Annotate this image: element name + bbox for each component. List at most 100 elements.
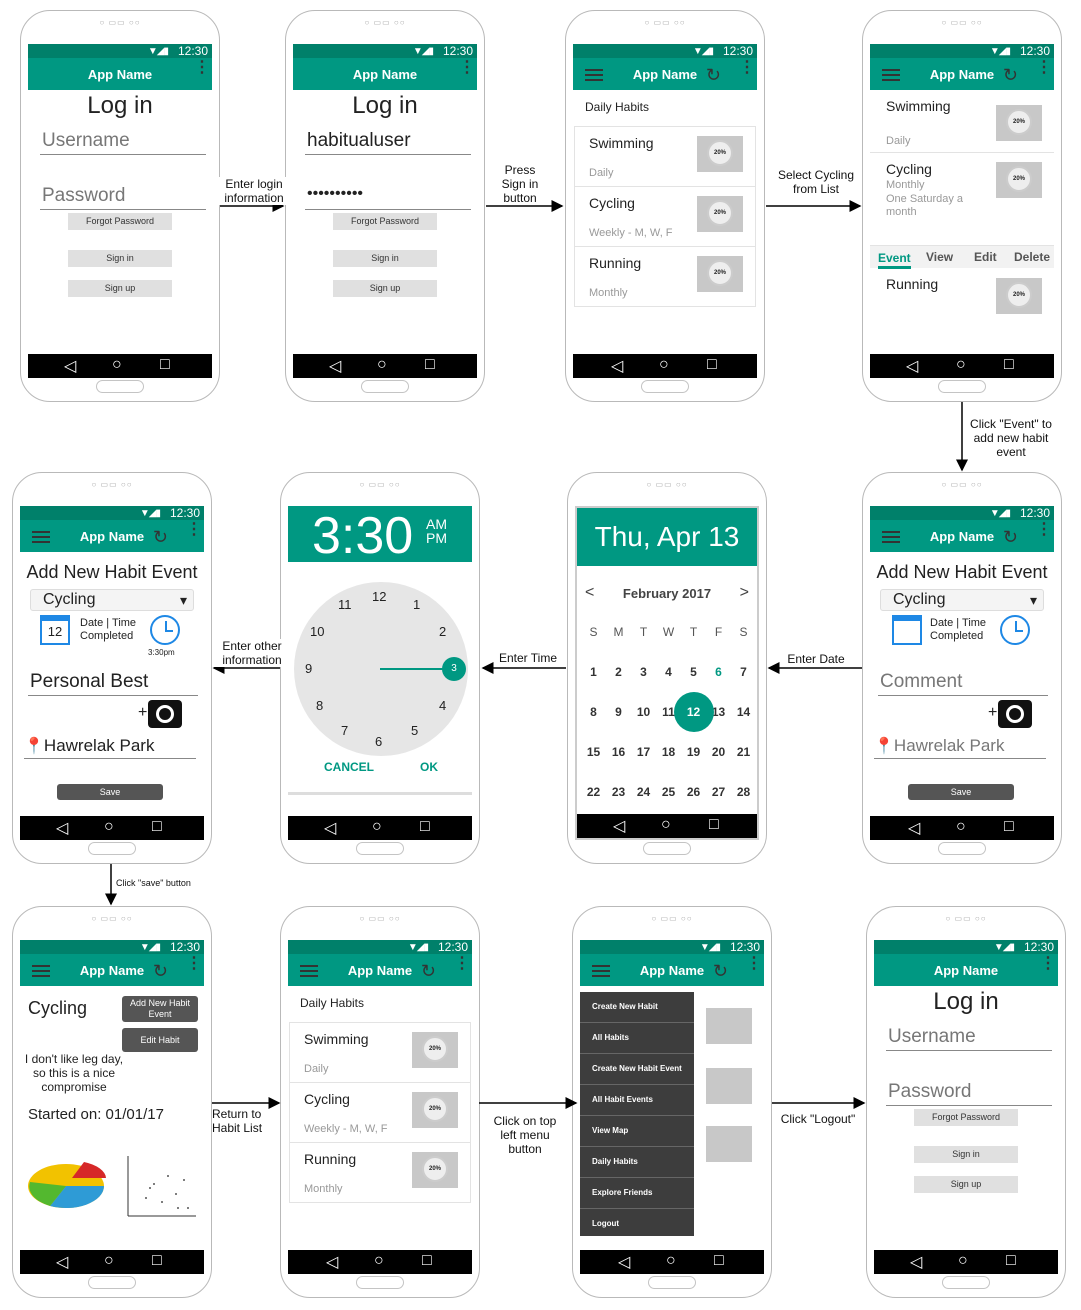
calendar-day[interactable]: 4 [656, 652, 681, 692]
password-field[interactable]: •••••••••• [305, 185, 471, 210]
overflow-icon[interactable]: ⋮ [459, 60, 475, 76]
refresh-icon[interactable]: ↻ [153, 961, 168, 982]
calendar-day[interactable]: 28 [731, 772, 756, 812]
overflow-icon[interactable]: ⋮ [1036, 522, 1052, 538]
calendar-day[interactable]: 23 [606, 772, 631, 812]
back-icon[interactable]: ◁ [56, 1252, 68, 1272]
recent-icon[interactable]: □ [425, 356, 435, 374]
calendar-day[interactable]: 14 [731, 692, 756, 732]
back-icon[interactable]: ◁ [324, 818, 336, 838]
habit-item[interactable]: Running 20% [870, 268, 1054, 327]
home-button[interactable] [643, 842, 691, 855]
calendar-day[interactable]: 10 [631, 692, 656, 732]
recent-icon[interactable]: □ [1006, 1252, 1016, 1270]
overflow-icon[interactable]: ⋮ [194, 60, 210, 76]
forgot-password-button[interactable]: Forgot Password [914, 1109, 1018, 1126]
habit-item[interactable]: Running Monthly 20% [290, 1143, 470, 1202]
back-icon[interactable]: ◁ [326, 1252, 338, 1272]
comment-field[interactable]: Personal Best [28, 671, 198, 696]
next-month-button[interactable]: > [740, 584, 749, 602]
home-icon[interactable]: ○ [104, 818, 114, 836]
comment-field[interactable]: Comment [878, 671, 1048, 696]
habit-item[interactable]: Swimming Daily 20% [575, 127, 755, 187]
back-icon[interactable]: ◁ [906, 356, 918, 376]
calendar-day[interactable]: 12 [674, 692, 714, 732]
password-field[interactable]: Password [886, 1081, 1052, 1106]
calendar-day[interactable]: 18 [656, 732, 681, 772]
event-action[interactable]: Event [878, 251, 911, 269]
delete-action[interactable]: Delete [1014, 250, 1050, 264]
home-icon[interactable]: ○ [104, 1252, 114, 1270]
pm-toggle[interactable]: PM [426, 530, 447, 546]
calendar-day[interactable]: 25 [656, 772, 681, 812]
back-icon[interactable]: ◁ [910, 1252, 922, 1272]
refresh-icon[interactable]: ↻ [1003, 527, 1018, 548]
home-button[interactable] [361, 380, 409, 393]
sign-up-button[interactable]: Sign up [333, 280, 437, 297]
add-photo-icon[interactable]: + [20, 696, 204, 734]
overflow-icon[interactable]: ⋮ [739, 60, 755, 76]
home-button[interactable] [641, 380, 689, 393]
home-button[interactable] [356, 1276, 404, 1289]
overflow-icon[interactable]: ⋮ [186, 522, 202, 538]
menu-logout[interactable]: Logout [580, 1209, 694, 1239]
home-icon[interactable]: ○ [112, 356, 122, 374]
recent-icon[interactable]: □ [707, 356, 717, 374]
recent-icon[interactable]: □ [152, 1252, 162, 1270]
calendar-day[interactable]: 3 [631, 652, 656, 692]
menu-daily-habits[interactable]: Daily Habits [580, 1147, 694, 1178]
clock-hand-knob[interactable]: 3 [442, 657, 466, 681]
calendar-icon[interactable]: 12 [40, 615, 70, 645]
home-icon[interactable]: ○ [956, 356, 966, 374]
home-button[interactable] [88, 842, 136, 855]
home-icon[interactable]: ○ [374, 1252, 384, 1270]
calendar-day[interactable]: 22 [581, 772, 606, 812]
calendar-day[interactable]: 24 [631, 772, 656, 812]
overflow-icon[interactable]: ⋮ [1040, 956, 1056, 972]
home-button[interactable] [648, 1276, 696, 1289]
back-icon[interactable]: ◁ [329, 356, 341, 376]
calendar-day[interactable]: 19 [681, 732, 706, 772]
calendar-day[interactable]: 5 [681, 652, 706, 692]
forgot-password-button[interactable]: Forgot Password [68, 213, 172, 230]
back-icon[interactable]: ◁ [908, 818, 920, 838]
forgot-password-button[interactable]: Forgot Password [333, 213, 437, 230]
recent-icon[interactable]: □ [714, 1252, 724, 1270]
refresh-icon[interactable]: ↻ [421, 961, 436, 982]
calendar-day[interactable]: 15 [581, 732, 606, 772]
habit-dropdown[interactable]: Cycling [30, 589, 194, 611]
recent-icon[interactable]: □ [1004, 818, 1014, 836]
overflow-icon[interactable]: ⋮ [1036, 60, 1052, 76]
clock-icon[interactable] [150, 615, 180, 645]
home-icon[interactable]: ○ [666, 1252, 676, 1270]
menu-all-habits[interactable]: All Habits [580, 1023, 694, 1054]
calendar-day[interactable]: 9 [606, 692, 631, 732]
refresh-icon[interactable]: ↻ [1003, 65, 1018, 86]
back-icon[interactable]: ◁ [613, 816, 625, 836]
habit-item[interactable]: Swimming Daily 20% [870, 90, 1054, 153]
username-field[interactable]: habitualuser [305, 130, 471, 155]
username-field[interactable]: Username [40, 130, 206, 155]
sign-up-button[interactable]: Sign up [68, 280, 172, 297]
home-icon[interactable]: ○ [377, 356, 387, 374]
habit-item[interactable]: Cycling Weekly - M, W, F 20% [290, 1083, 470, 1143]
location-field[interactable]: 📍Hawrelak Park [874, 736, 1046, 759]
menu-explore-friends[interactable]: Explore Friends [580, 1178, 694, 1209]
home-button[interactable] [938, 380, 986, 393]
sign-in-button[interactable]: Sign in [68, 250, 172, 267]
habit-item[interactable]: Swimming Daily 20% [290, 1023, 470, 1083]
calendar-day[interactable]: 20 [706, 732, 731, 772]
edit-habit-button[interactable]: Edit Habit [122, 1028, 198, 1052]
home-icon[interactable]: ○ [659, 356, 669, 374]
home-button[interactable] [96, 380, 144, 393]
save-button[interactable]: Save [908, 784, 1014, 800]
back-icon[interactable]: ◁ [611, 356, 623, 376]
calendar-day[interactable]: 21 [731, 732, 756, 772]
username-field[interactable]: Username [886, 1026, 1052, 1051]
add-event-button[interactable]: Add New Habit Event [122, 996, 198, 1022]
recent-icon[interactable]: □ [1004, 356, 1014, 374]
home-icon[interactable]: ○ [372, 818, 382, 836]
habit-item[interactable]: Running Monthly 20% [575, 247, 755, 306]
home-button[interactable] [88, 1276, 136, 1289]
home-icon[interactable]: ○ [956, 818, 966, 836]
